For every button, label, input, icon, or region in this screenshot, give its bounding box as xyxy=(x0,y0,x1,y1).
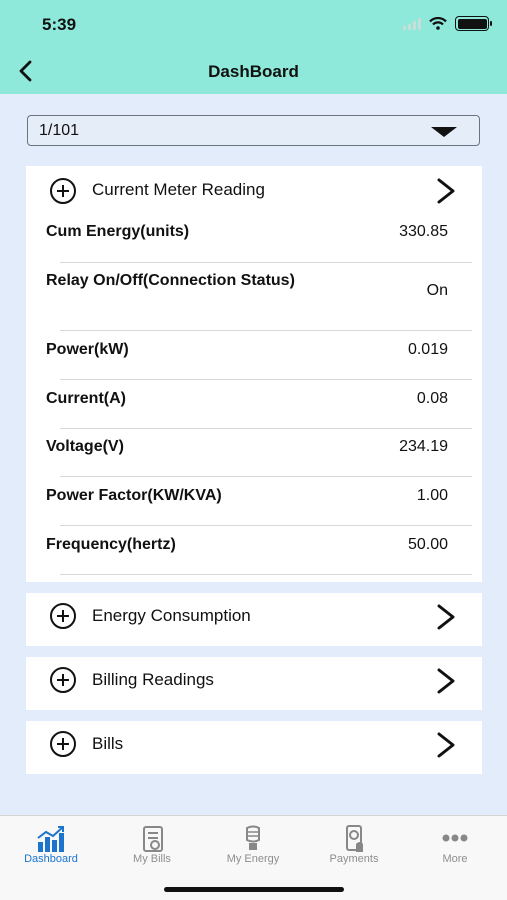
reading-value: On xyxy=(426,282,448,299)
tab-payments[interactable]: Payments xyxy=(304,816,404,876)
reading-label: Frequency(hertz) xyxy=(46,536,176,553)
tab-my-bills[interactable]: My Bills xyxy=(102,816,202,876)
page-title: DashBoard xyxy=(208,62,299,81)
cellular-signal-icon xyxy=(403,17,421,30)
tab-label: Payments xyxy=(329,853,379,865)
reading-label: Current(A) xyxy=(46,390,126,407)
reading-label: Voltage(V) xyxy=(46,438,124,455)
plus-circle-icon xyxy=(50,731,76,757)
chevron-right-icon xyxy=(437,604,455,630)
bills-card[interactable]: Bills xyxy=(26,721,482,774)
reading-value: 234.19 xyxy=(399,438,448,455)
current-meter-reading-header[interactable]: Current Meter Reading xyxy=(26,166,482,214)
reading-label: Power Factor(KW/KVA) xyxy=(46,487,222,504)
tab-label: Dashboard xyxy=(24,853,78,865)
more-icon xyxy=(442,834,468,842)
wifi-icon xyxy=(429,17,447,30)
tab-dashboard[interactable]: Dashboard xyxy=(1,816,101,876)
tab-label: My Bills xyxy=(133,853,171,865)
divider xyxy=(60,525,472,526)
energy-consumption-card[interactable]: Energy Consumption xyxy=(26,593,482,646)
divider xyxy=(60,262,472,263)
reading-value: 0.019 xyxy=(407,341,448,358)
bill-icon xyxy=(143,826,163,852)
plus-circle-icon xyxy=(50,603,76,629)
chevron-right-icon xyxy=(437,178,455,204)
reading-value: 50.00 xyxy=(407,536,448,553)
divider xyxy=(60,330,472,331)
status-time: 5:39 xyxy=(42,15,77,34)
tab-label: My Energy xyxy=(226,853,280,865)
divider xyxy=(60,428,472,429)
section-title: Current Meter Reading xyxy=(92,180,265,199)
caret-down-icon xyxy=(431,127,457,137)
reading-label: Cum Energy(units) xyxy=(46,223,190,240)
divider xyxy=(60,379,472,380)
battery-icon xyxy=(455,16,492,31)
meter-select-dropdown[interactable]: 1/101 xyxy=(27,115,480,146)
section-title: Energy Consumption xyxy=(92,606,251,625)
reading-label: Power(kW) xyxy=(46,341,129,358)
status-icons xyxy=(403,16,492,31)
tab-label: More xyxy=(442,853,468,865)
chart-icon xyxy=(37,826,64,852)
tab-my-energy[interactable]: My Energy xyxy=(203,816,303,876)
reading-value: 330.85 xyxy=(399,223,448,240)
reading-label: Relay On/Off(Connection Status) xyxy=(46,272,295,289)
billing-readings-card[interactable]: Billing Readings xyxy=(26,657,482,710)
reading-value: 0.08 xyxy=(416,390,448,407)
home-indicator[interactable] xyxy=(164,887,344,892)
chevron-right-icon xyxy=(437,668,455,694)
chevron-right-icon xyxy=(437,732,455,758)
reading-value: 1.00 xyxy=(416,487,448,504)
divider xyxy=(60,574,472,575)
meter-select-value: 1/101 xyxy=(39,122,80,139)
bulb-icon xyxy=(246,825,260,850)
section-title: Billing Readings xyxy=(92,670,214,689)
tab-more[interactable]: More xyxy=(405,816,505,876)
navigation-header: 5:39 DashBoard xyxy=(0,0,507,94)
divider xyxy=(60,476,472,477)
plus-circle-icon xyxy=(50,178,76,204)
current-meter-reading-card: Current Meter Reading Cum Energy(units) … xyxy=(26,166,482,582)
payment-icon xyxy=(346,825,363,852)
section-title: Bills xyxy=(92,734,124,753)
plus-circle-icon xyxy=(50,667,76,693)
